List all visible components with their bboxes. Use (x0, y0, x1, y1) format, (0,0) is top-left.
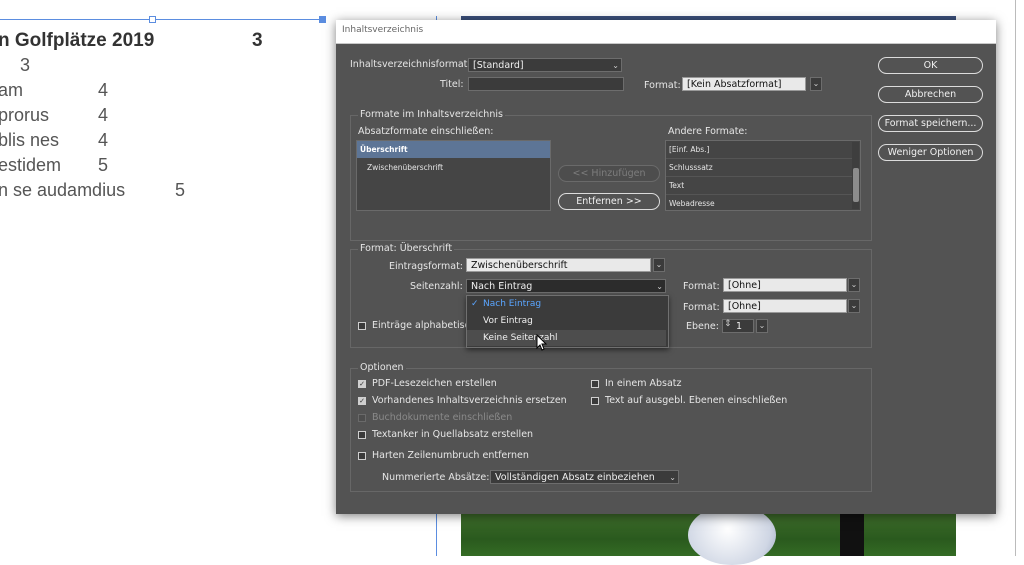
entry-format-label: Eintragsformat: (389, 261, 463, 272)
between-format-label: Format: (683, 302, 720, 313)
list-item[interactable]: Text (666, 177, 852, 194)
numbered-paragraphs-label: Nummerierte Absätze: (382, 472, 490, 483)
text-anchor-checkbox[interactable] (358, 431, 366, 439)
chevron-down-icon[interactable]: ⌄ (848, 299, 860, 313)
golf-ball-image (688, 505, 776, 565)
level-label: Ebene: (686, 321, 719, 332)
chevron-down-icon: ⌄ (612, 61, 619, 70)
list-item[interactable]: Webadresse (666, 195, 852, 210)
toc-entry-text: 3 (20, 55, 31, 75)
toc-entry-page: 5 (175, 180, 186, 200)
list-item[interactable]: Schlusssatz (666, 159, 852, 176)
frame-handle-corner[interactable] (319, 16, 326, 23)
page-number-dropdown-menu: ✓ Nach Eintrag Vor Eintrag Keine Seitenz… (466, 295, 669, 348)
styles-group-label: Formate im Inhaltsverzeichnis (358, 109, 505, 120)
toc-title-page: 3 (252, 30, 263, 51)
chevron-down-icon: ⌄ (656, 282, 663, 291)
hidden-layers-label: Text auf ausgebl. Ebenen einschließen (605, 395, 788, 406)
replace-toc-label: Vorhandenes Inhaltsverzeichnis ersetzen (372, 395, 567, 406)
page-number-format-select[interactable]: [Ohne] (723, 278, 847, 292)
toc-entry-text: n se audamdius (0, 180, 126, 200)
mouse-pointer-icon (536, 334, 548, 351)
style-group-label: Format: Überschrift (358, 243, 455, 254)
list-item[interactable]: Überschrift (357, 141, 550, 158)
include-styles-list[interactable]: Überschrift Zwischenüberschrift (356, 140, 551, 211)
chevron-down-icon[interactable]: ⌄ (810, 77, 822, 91)
scrollbar-thumb[interactable] (853, 168, 859, 202)
toc-entry-page: 4 (98, 130, 109, 150)
flagpole-image (840, 514, 864, 556)
title-format-label: Format: (644, 80, 681, 91)
chevron-down-icon[interactable]: ⌄ (848, 278, 860, 292)
page-number-format-label: Format: (683, 281, 720, 292)
toc-entry-text: estidem (0, 155, 62, 175)
book-documents-label: Buchdokumente einschließen (372, 412, 513, 423)
replace-toc-checkbox[interactable]: ✓ (358, 397, 366, 405)
menu-item-before-entry[interactable]: Vor Eintrag (467, 313, 666, 329)
chevron-down-icon: ⌄ (669, 473, 676, 482)
page-number-label: Seitenzahl: (410, 281, 463, 292)
ok-button[interactable]: OK (878, 57, 983, 74)
pdf-bookmarks-checkbox[interactable]: ✓ (358, 380, 366, 388)
remove-breaks-checkbox[interactable] (358, 452, 366, 460)
menu-item-no-page-number[interactable]: Keine Seitenzahl (467, 330, 666, 346)
hidden-layers-checkbox[interactable] (591, 397, 599, 405)
level-stepper[interactable]: ⇕ 1 (722, 319, 754, 333)
checkmark-icon: ✓ (471, 299, 479, 309)
title-format-select[interactable]: [Kein Absatzformat] (682, 77, 806, 91)
dialog-titlebar[interactable]: Inhaltsverzeichnis (336, 20, 996, 44)
frame-handle-top[interactable] (149, 16, 156, 23)
book-documents-checkbox[interactable] (358, 414, 366, 422)
list-item[interactable]: [Einf. Abs.] (666, 141, 852, 158)
frame-guide-top (0, 19, 323, 20)
page-number-select[interactable]: Nach Eintrag ⌄ (466, 279, 666, 293)
toc-format-label: Inhaltsverzeichnisformat: (350, 59, 471, 70)
cancel-button[interactable]: Abbrechen (878, 86, 983, 103)
menu-item-after-entry[interactable]: ✓ Nach Eintrag (467, 296, 666, 312)
title-input[interactable] (468, 77, 624, 91)
level-value: 1 (736, 321, 743, 332)
toc-entry-page: 4 (98, 105, 109, 125)
between-format-select[interactable]: [Ohne] (723, 299, 847, 313)
title-label: Titel: (440, 79, 464, 90)
toc-entry-text: am (0, 80, 24, 100)
toc-entry-page: 5 (98, 155, 109, 175)
toc-entry-text: prorus (0, 105, 50, 125)
list-item[interactable]: Zwischenüberschrift (357, 159, 550, 176)
remove-breaks-label: Harten Zeilenumbruch entfernen (372, 450, 529, 461)
entry-format-select[interactable]: Zwischenüberschrift (466, 258, 651, 272)
other-styles-list[interactable]: [Einf. Abs.] Schlusssatz Text Webadresse (665, 140, 861, 211)
sort-alphabetically-label: Einträge alphabetisc (372, 320, 470, 331)
toc-format-select[interactable]: [Standard] ⌄ (468, 58, 622, 72)
pdf-bookmarks-label: PDF-Lesezeichen erstellen (372, 378, 497, 389)
run-in-checkbox[interactable] (591, 380, 599, 388)
add-button[interactable]: << Hinzufügen (558, 165, 660, 182)
options-group-label: Optionen (358, 362, 406, 373)
numbered-paragraphs-select[interactable]: Vollständigen Absatz einbeziehen ⌄ (490, 470, 679, 484)
remove-button[interactable]: Entfernen >> (558, 193, 660, 210)
toc-entry-page: 4 (98, 80, 109, 100)
stepper-arrows-icon[interactable]: ⇕ (724, 319, 732, 329)
dialog-title: Inhaltsverzeichnis (342, 25, 424, 35)
fewer-options-button[interactable]: Weniger Optionen (878, 144, 983, 161)
include-styles-label: Absatzformate einschließen: (358, 126, 494, 137)
window-edge (1015, 0, 1016, 556)
text-anchor-label: Textanker in Quellabsatz erstellen (372, 429, 534, 440)
toc-dialog: Inhaltsverzeichnis Inhaltsverzeichnisfor… (336, 20, 996, 514)
toc-title: n Golfplätze 2019 (0, 30, 155, 51)
run-in-label: In einem Absatz (605, 378, 682, 389)
chevron-down-icon[interactable]: ⌄ (653, 258, 665, 272)
other-styles-label: Andere Formate: (668, 126, 748, 137)
toc-entry-text: blis nes (0, 130, 60, 150)
save-format-button[interactable]: Format speichern... (878, 115, 983, 132)
sort-alphabetically-checkbox[interactable] (358, 322, 366, 330)
chevron-down-icon[interactable]: ⌄ (756, 319, 768, 333)
